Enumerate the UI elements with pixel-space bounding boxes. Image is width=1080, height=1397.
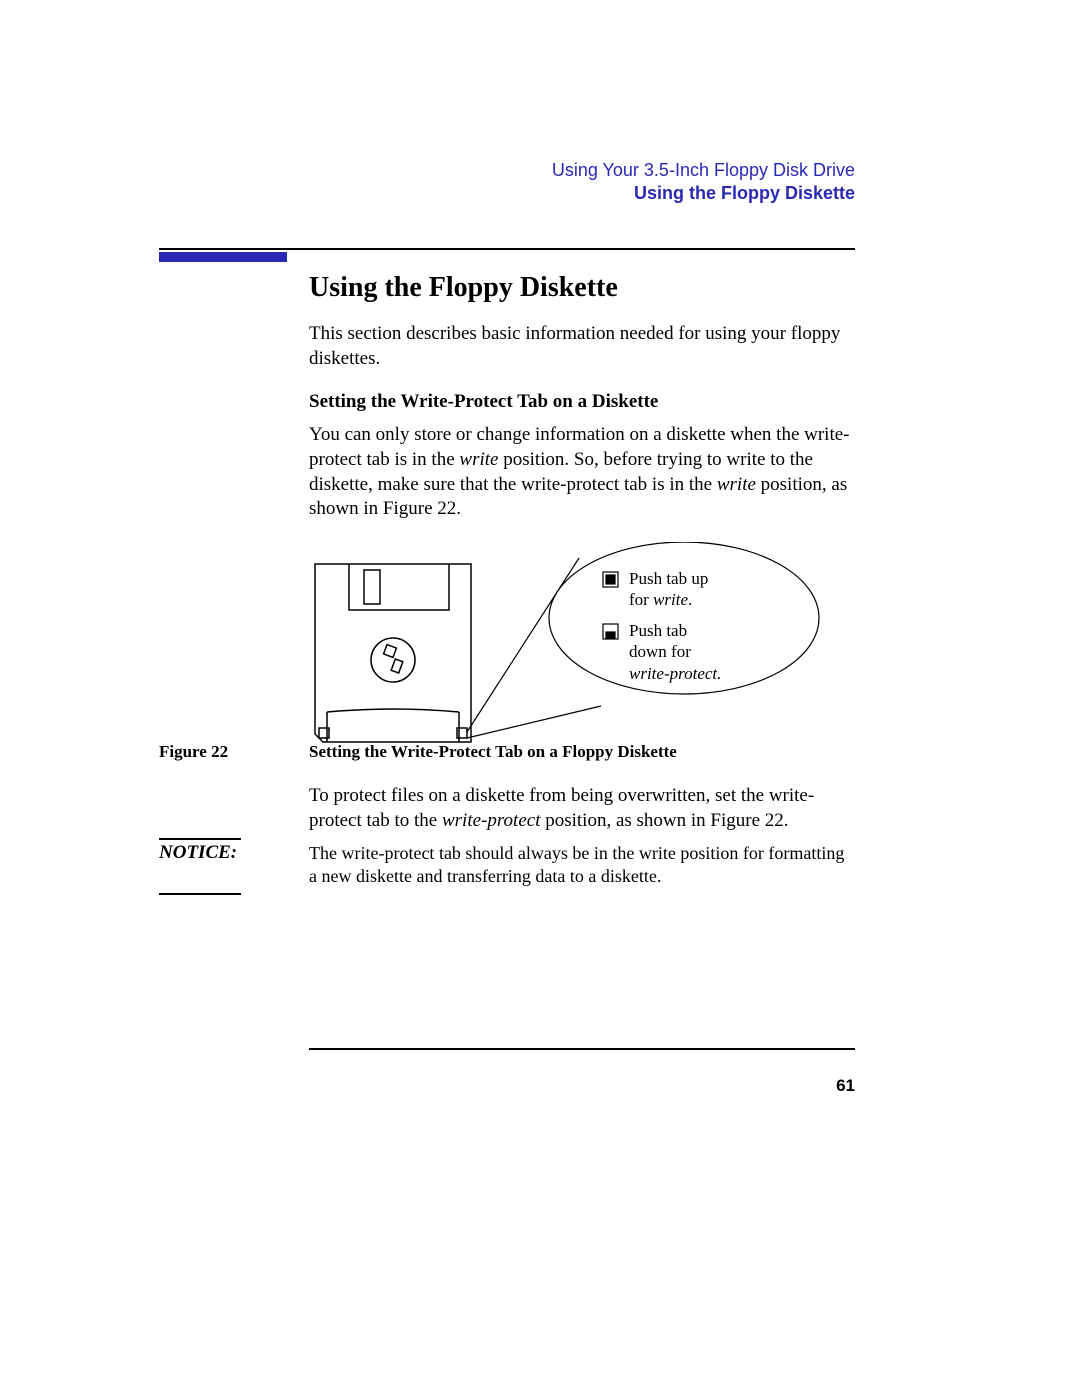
heading-main: Using the Floppy Diskette (309, 272, 855, 304)
page-header: Using Your 3.5-Inch Floppy Disk Drive Us… (552, 160, 855, 204)
intro-paragraph: This section describes basic information… (309, 322, 855, 371)
diskette-diagram-icon (309, 542, 855, 762)
figure-diskette: Push tab up for write. Push tab down for… (309, 542, 855, 762)
bubble-write-protect-label: Push tab down for write-protect. (629, 620, 721, 684)
figure-caption-label: Figure 22 (159, 742, 309, 762)
bubble1-line2a: for (629, 590, 653, 609)
content: Using the Floppy Diskette This section d… (309, 272, 855, 762)
bubble-write-label: Push tab up for write. (629, 568, 708, 611)
after-italic: write-protect (442, 810, 541, 831)
page: Using Your 3.5-Inch Floppy Disk Drive Us… (0, 0, 1080, 1397)
bubble1-line2b: . (688, 590, 692, 609)
after-c: position, as shown in Figure 22. (540, 810, 788, 831)
section-title: Using the Floppy Diskette (552, 183, 855, 204)
para1-italic-write1: write (459, 449, 498, 470)
paragraph-after-figure: To protect files on a diskette from bein… (309, 784, 855, 833)
para1-italic-write2: write (717, 474, 756, 495)
paragraph-write-protect: You can only store or change information… (309, 423, 855, 522)
subheading: Setting the Write-Protect Tab on a Diske… (309, 391, 855, 413)
top-rule (159, 248, 855, 250)
notice-block: NOTICE: The write-protect tab should alw… (159, 838, 855, 889)
chapter-title: Using Your 3.5-Inch Floppy Disk Drive (552, 160, 855, 181)
notice-text: The write-protect tab should always be i… (309, 838, 855, 889)
bubble2-italic: write-protect. (629, 663, 721, 684)
bubble2-line1: Push tab (629, 620, 721, 641)
figure-caption-text: Setting the Write-Protect Tab on a Flopp… (309, 742, 855, 762)
accent-bar (159, 252, 287, 262)
bubble1-line1: Push tab up (629, 569, 708, 588)
notice-label: NOTICE: (159, 838, 309, 889)
page-number: 61 (836, 1076, 855, 1096)
bottom-rule (309, 1048, 855, 1050)
figure-caption: Figure 22 Setting the Write-Protect Tab … (159, 742, 855, 762)
bubble2-line2: down for (629, 641, 721, 662)
bubble1-italic: write (653, 590, 688, 609)
